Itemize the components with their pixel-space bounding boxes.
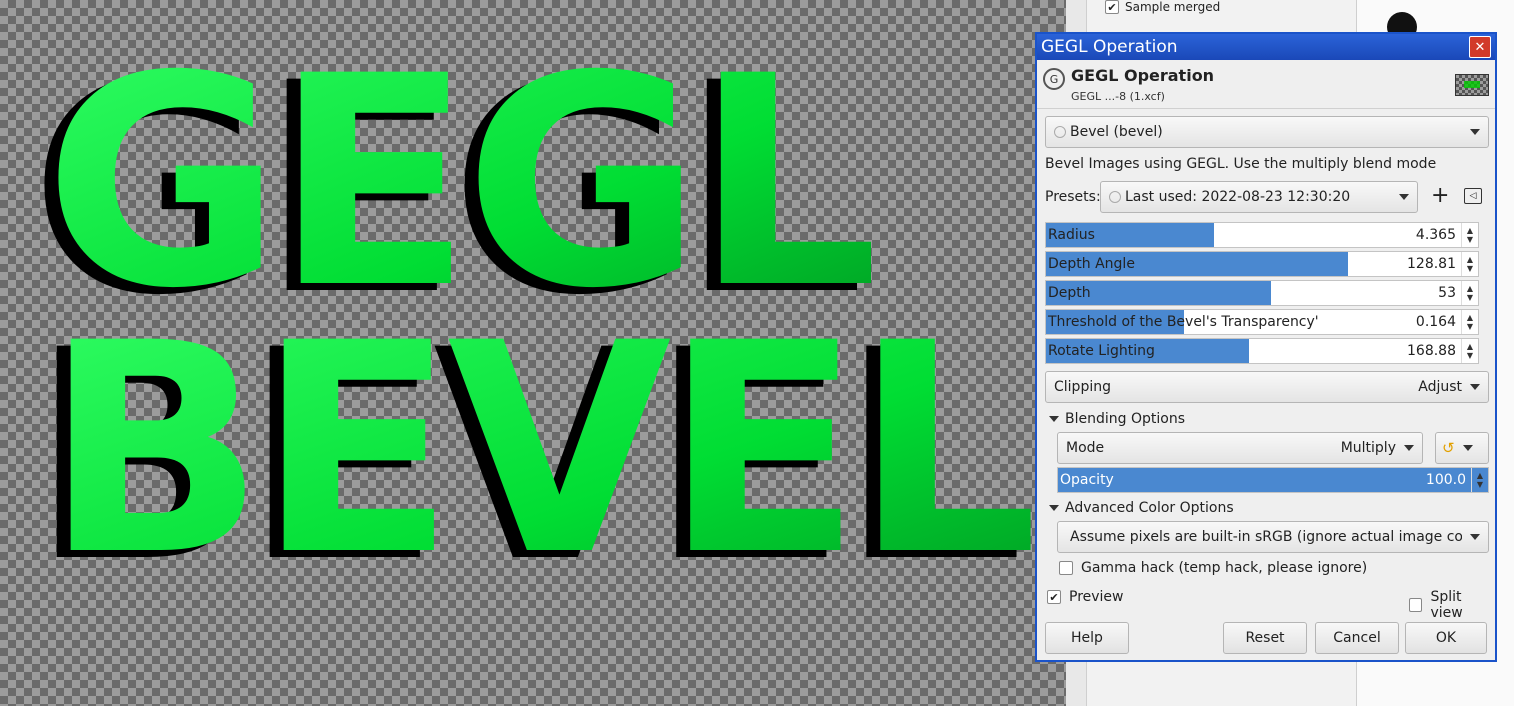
presets-label: Presets: bbox=[1045, 189, 1101, 205]
presets-select[interactable]: Last used: 2022-08-23 12:30:20 bbox=[1100, 181, 1418, 213]
gegl-logo-icon: G bbox=[1043, 68, 1065, 90]
preview-checkbox[interactable]: ✔ bbox=[1047, 590, 1061, 604]
param-label: Depth bbox=[1048, 285, 1091, 301]
param-label: Threshold of the Bevel's Transparency' bbox=[1048, 314, 1319, 330]
operation-description: Bevel Images using GEGL. Use the multipl… bbox=[1045, 156, 1437, 172]
operation-select[interactable]: Bevel (bevel) bbox=[1045, 116, 1489, 148]
cancel-button[interactable]: Cancel bbox=[1315, 622, 1399, 654]
param-spinner[interactable]: ▲ ▼ bbox=[1461, 339, 1478, 363]
split-view-option[interactable]: Split view bbox=[1409, 589, 1495, 621]
gegl-operation-dialog: GEGL Operation ✕ G GEGL Operation GEGL .… bbox=[1035, 32, 1497, 662]
param-value: 168.88 bbox=[1407, 343, 1456, 359]
gamma-hack-label: Gamma hack (temp hack, please ignore) bbox=[1081, 560, 1368, 576]
gegl-small-icon bbox=[1109, 191, 1121, 203]
preview-option[interactable]: ✔ Preview bbox=[1047, 589, 1124, 605]
image-thumbnail bbox=[1455, 74, 1489, 96]
color-space-select[interactable]: Assume pixels are built-in sRGB (ignore … bbox=[1057, 521, 1489, 553]
color-space-value: Assume pixels are built-in sRGB (ignore … bbox=[1070, 529, 1462, 545]
param-spinner[interactable]: ▲ ▼ bbox=[1461, 281, 1478, 305]
preview-label: Preview bbox=[1069, 589, 1124, 605]
param-slider[interactable]: Radius 4.365 ▲ ▼ bbox=[1045, 222, 1479, 248]
presets-value: Last used: 2022-08-23 12:30:20 bbox=[1125, 189, 1351, 205]
help-button[interactable]: Help bbox=[1045, 622, 1129, 654]
mode-label: Mode bbox=[1066, 440, 1105, 456]
expander-triangle-icon bbox=[1049, 505, 1059, 511]
manage-presets-icon[interactable]: ◁ bbox=[1464, 188, 1482, 204]
composite-mode-select[interactable]: ↺ bbox=[1435, 432, 1489, 464]
opacity-value: 100.0 bbox=[1425, 472, 1466, 488]
param-label: Depth Angle bbox=[1048, 256, 1135, 272]
canvas-line2: BEVEL bbox=[44, 282, 1035, 619]
image-canvas[interactable]: GEGL GEGL BEVEL BEVEL bbox=[0, 0, 1066, 706]
split-view-checkbox[interactable] bbox=[1409, 598, 1423, 612]
chevron-down-icon bbox=[1470, 384, 1480, 390]
opacity-spinner[interactable]: ▲ ▼ bbox=[1471, 468, 1488, 492]
reset-arrow-icon: ↺ bbox=[1442, 439, 1455, 457]
window-title: GEGL Operation bbox=[1041, 37, 1178, 57]
param-spinner[interactable]: ▲ ▼ bbox=[1461, 223, 1478, 247]
split-view-label: Split view bbox=[1430, 589, 1463, 621]
chevron-down-icon bbox=[1470, 129, 1480, 135]
sample-merged-label: Sample merged bbox=[1125, 0, 1221, 14]
reset-button[interactable]: Reset bbox=[1223, 622, 1307, 654]
advanced-color-expander[interactable]: Advanced Color Options bbox=[1049, 500, 1234, 516]
opacity-fill bbox=[1058, 468, 1488, 492]
param-slider[interactable]: Rotate Lighting 168.88 ▲ ▼ bbox=[1045, 338, 1479, 364]
chevron-down-icon bbox=[1470, 534, 1480, 540]
clipping-label: Clipping bbox=[1054, 379, 1111, 395]
expander-triangle-icon bbox=[1049, 416, 1059, 422]
chevron-down-icon bbox=[1399, 194, 1409, 200]
sample-merged-option[interactable]: ✔ Sample merged bbox=[1105, 0, 1220, 14]
param-value: 0.164 bbox=[1415, 314, 1456, 330]
advanced-color-label: Advanced Color Options bbox=[1065, 500, 1234, 516]
opacity-slider[interactable]: Opacity 100.0 ▲ ▼ bbox=[1057, 467, 1489, 493]
param-slider[interactable]: Depth Angle 128.81 ▲ ▼ bbox=[1045, 251, 1479, 277]
gamma-hack-option[interactable]: Gamma hack (temp hack, please ignore) bbox=[1059, 560, 1367, 576]
header-subtitle: GEGL ...-8 (1.xcf) bbox=[1071, 90, 1165, 103]
param-label: Rotate Lighting bbox=[1048, 343, 1155, 359]
opacity-label: Opacity bbox=[1060, 472, 1114, 488]
clipping-value: Adjust bbox=[1418, 379, 1462, 395]
dialog-titlebar[interactable]: GEGL Operation ✕ bbox=[1037, 34, 1495, 60]
param-slider[interactable]: Depth 53 ▲ ▼ bbox=[1045, 280, 1479, 306]
header-title: GEGL Operation bbox=[1071, 66, 1215, 85]
blending-options-label: Blending Options bbox=[1065, 411, 1185, 427]
gamma-hack-checkbox[interactable] bbox=[1059, 561, 1073, 575]
param-spinner[interactable]: ▲ ▼ bbox=[1461, 310, 1478, 334]
close-icon[interactable]: ✕ bbox=[1469, 36, 1491, 58]
param-slider[interactable]: Threshold of the Bevel's Transparency' 0.… bbox=[1045, 309, 1479, 335]
chevron-down-icon bbox=[1462, 445, 1473, 451]
clipping-select[interactable]: Clipping Adjust bbox=[1045, 371, 1489, 403]
gegl-small-icon bbox=[1054, 126, 1066, 138]
canvas-text-art: GEGL GEGL BEVEL BEVEL bbox=[30, 15, 1043, 626]
ok-button[interactable]: OK bbox=[1405, 622, 1487, 654]
add-preset-icon[interactable]: + bbox=[1431, 184, 1449, 208]
mode-value: Multiply bbox=[1340, 440, 1396, 456]
sample-merged-checkbox[interactable]: ✔ bbox=[1105, 0, 1119, 14]
param-value: 53 bbox=[1438, 285, 1456, 301]
blending-options-expander[interactable]: Blending Options bbox=[1049, 411, 1185, 427]
mode-select[interactable]: Mode Multiply bbox=[1057, 432, 1423, 464]
dialog-header: G GEGL Operation GEGL ...-8 (1.xcf) bbox=[1037, 60, 1495, 109]
param-spinner[interactable]: ▲ ▼ bbox=[1461, 252, 1478, 276]
chevron-down-icon bbox=[1404, 445, 1414, 451]
param-value: 4.365 bbox=[1415, 227, 1456, 243]
operation-value: Bevel (bevel) bbox=[1070, 124, 1163, 140]
param-label: Radius bbox=[1048, 227, 1095, 243]
param-value: 128.81 bbox=[1407, 256, 1456, 272]
